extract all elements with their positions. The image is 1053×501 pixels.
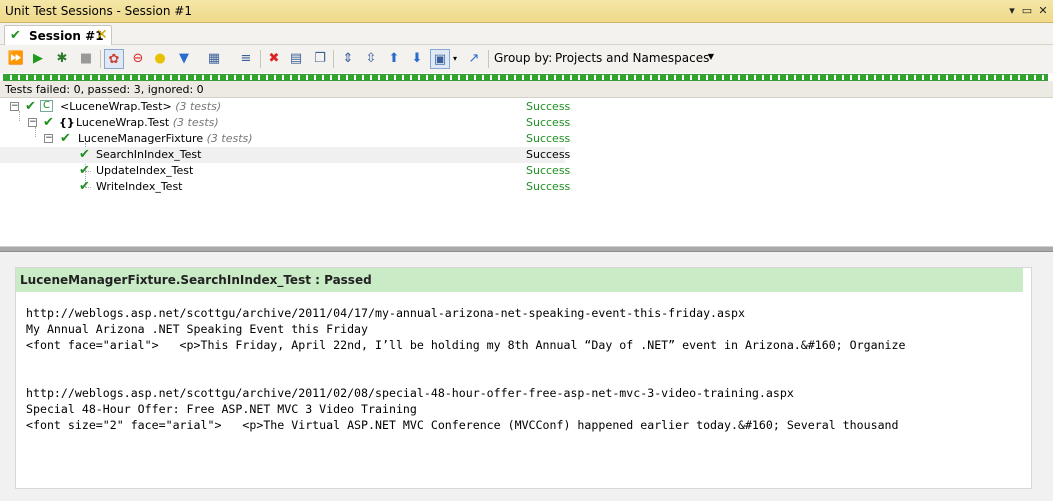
test-result: Success (526, 148, 571, 161)
output-pane-toggle-icon[interactable]: ▣ (430, 49, 450, 69)
status-text: Tests failed: 0, passed: 3, ignored: 0 (5, 83, 204, 96)
output-line: Special 48-Hour Offer: Free ASP.NET MVC … (26, 402, 417, 416)
output-line: My Annual Arizona .NET Speaking Event th… (26, 322, 369, 336)
test-result: Success (526, 180, 571, 193)
collapse-icon[interactable]: − (44, 134, 53, 143)
project-icon: C (40, 100, 53, 112)
passed-with-output-icon: ✔ (79, 163, 90, 178)
output-pane: LuceneManagerFixture.SearchInIndex_Test … (0, 252, 1053, 501)
output-line: <font face="arial"> <p>This Friday, Apri… (26, 338, 906, 352)
filter-icon[interactable]: ▼ (174, 49, 194, 69)
session-tab[interactable]: ✔ Session #1 ✕ (4, 25, 112, 45)
sort-icon[interactable]: ≡ (236, 49, 256, 69)
toolbar-separator (260, 50, 261, 68)
output-line: <font size="2" face="arial"> <p>The Virt… (26, 418, 899, 432)
window-title: Unit Test Sessions - Session #1 (5, 4, 192, 18)
tree-row-test[interactable]: ✔ WriteIndex_Test Success (0, 179, 570, 195)
passed-check-icon: ✔ (10, 28, 21, 43)
session-tabstrip: ✔ Session #1 ✕ (0, 23, 1053, 45)
run-icon[interactable]: ▶ (28, 49, 48, 69)
tree-node-name: UpdateIndex_Test (96, 164, 194, 177)
group-by-label: Group by: (494, 51, 553, 65)
toolbar-separator (488, 50, 489, 68)
passed-with-output-icon: ✔ (79, 179, 90, 194)
toolbar-separator (333, 50, 334, 68)
close-tab-icon[interactable]: ✕ (96, 27, 108, 43)
test-tree: − ✔ C <LuceneWrap.Test> (3 tests) Succes… (0, 98, 1053, 246)
window-close-icon[interactable]: ✕ (1036, 3, 1050, 18)
show-failed-icon[interactable]: ⊖ (128, 49, 148, 69)
tree-row-test[interactable]: ✔ UpdateIndex_Test Success (0, 163, 570, 179)
export-icon[interactable]: ▤ (286, 49, 306, 69)
copy-icon[interactable]: ❐ (310, 49, 330, 69)
output-header: LuceneManagerFixture.SearchInIndex_Test … (16, 268, 1023, 292)
tree-node-name: <LuceneWrap.Test> (60, 100, 172, 113)
test-result: Success (526, 164, 571, 177)
stop-icon[interactable]: ■ (76, 49, 96, 69)
expand-all-icon[interactable]: ⇕ (338, 49, 358, 69)
window-titlebar: Unit Test Sessions - Session #1 ▾ ▭ ✕ (0, 0, 1053, 23)
chevron-down-icon: ▼ (707, 52, 714, 61)
tree-row-test[interactable]: ✔ SearchInIndex_Test Success (0, 147, 570, 163)
tree-row-project[interactable]: − ✔ C <LuceneWrap.Test> (3 tests) Succes… (0, 99, 570, 115)
window-restore-icon[interactable]: ▭ (1020, 3, 1034, 18)
tree-node-count: (3 tests) (206, 132, 253, 145)
tree-node-name: LuceneManagerFixture (78, 132, 204, 145)
window-menu-icon[interactable]: ▾ (1005, 3, 1019, 18)
collapse-all-icon[interactable]: ⇳ (361, 49, 381, 69)
session-tab-label: Session #1 (29, 29, 104, 43)
collapse-icon[interactable]: − (10, 102, 19, 111)
show-passed-toggle-icon[interactable]: ✿ (104, 49, 124, 69)
remove-icon[interactable]: ✖ (264, 49, 284, 69)
namespace-icon: {} (59, 116, 75, 129)
group-by-select[interactable]: Projects and Namespaces ▼ (549, 47, 719, 69)
arrow-up-icon[interactable]: ⬆ (384, 49, 404, 69)
tree-node-name: SearchInIndex_Test (96, 148, 202, 161)
chevron-down-icon[interactable]: ▾ (450, 49, 460, 69)
test-result: Success (526, 132, 571, 145)
run-all-icon[interactable]: ⏩ (6, 49, 26, 69)
layout-icon[interactable]: ▦ (204, 49, 224, 69)
tree-node-name: LuceneWrap.Test (76, 116, 170, 129)
debug-icon[interactable]: ✱ (52, 49, 72, 69)
output-header-text: LuceneManagerFixture.SearchInIndex_Test … (20, 273, 372, 287)
test-result: Success (526, 100, 571, 113)
arrow-down-icon[interactable]: ⬇ (407, 49, 427, 69)
tree-row-namespace[interactable]: − ✔ {} LuceneWrap.Test (3 tests) Success (0, 115, 570, 131)
tree-node-name: WriteIndex_Test (96, 180, 183, 193)
test-result: Success (526, 116, 571, 129)
collapse-icon[interactable]: − (28, 118, 37, 127)
tree-row-fixture[interactable]: − ✔ LuceneManagerFixture (3 tests) Succe… (0, 131, 570, 147)
group-by-value: Projects and Namespaces (555, 51, 710, 65)
passed-check-icon: ✔ (25, 99, 36, 114)
tree-node-count: (3 tests) (175, 100, 222, 113)
output-line: http://weblogs.asp.net/scottgu/archive/2… (26, 306, 745, 320)
status-bar: Tests failed: 0, passed: 3, ignored: 0 (0, 81, 1053, 98)
show-ignored-icon[interactable]: ● (150, 49, 170, 69)
toolbar-separator (100, 50, 101, 68)
passed-check-icon: ✔ (43, 115, 54, 130)
output-line: http://weblogs.asp.net/scottgu/archive/2… (26, 386, 794, 400)
output-panel[interactable]: LuceneManagerFixture.SearchInIndex_Test … (15, 267, 1032, 489)
passed-check-icon: ✔ (79, 147, 90, 162)
progress-bar (3, 74, 1048, 81)
tree-node-count: (3 tests) (172, 116, 219, 129)
passed-check-icon: ✔ (60, 131, 71, 146)
open-external-icon[interactable]: ↗ (464, 49, 484, 69)
